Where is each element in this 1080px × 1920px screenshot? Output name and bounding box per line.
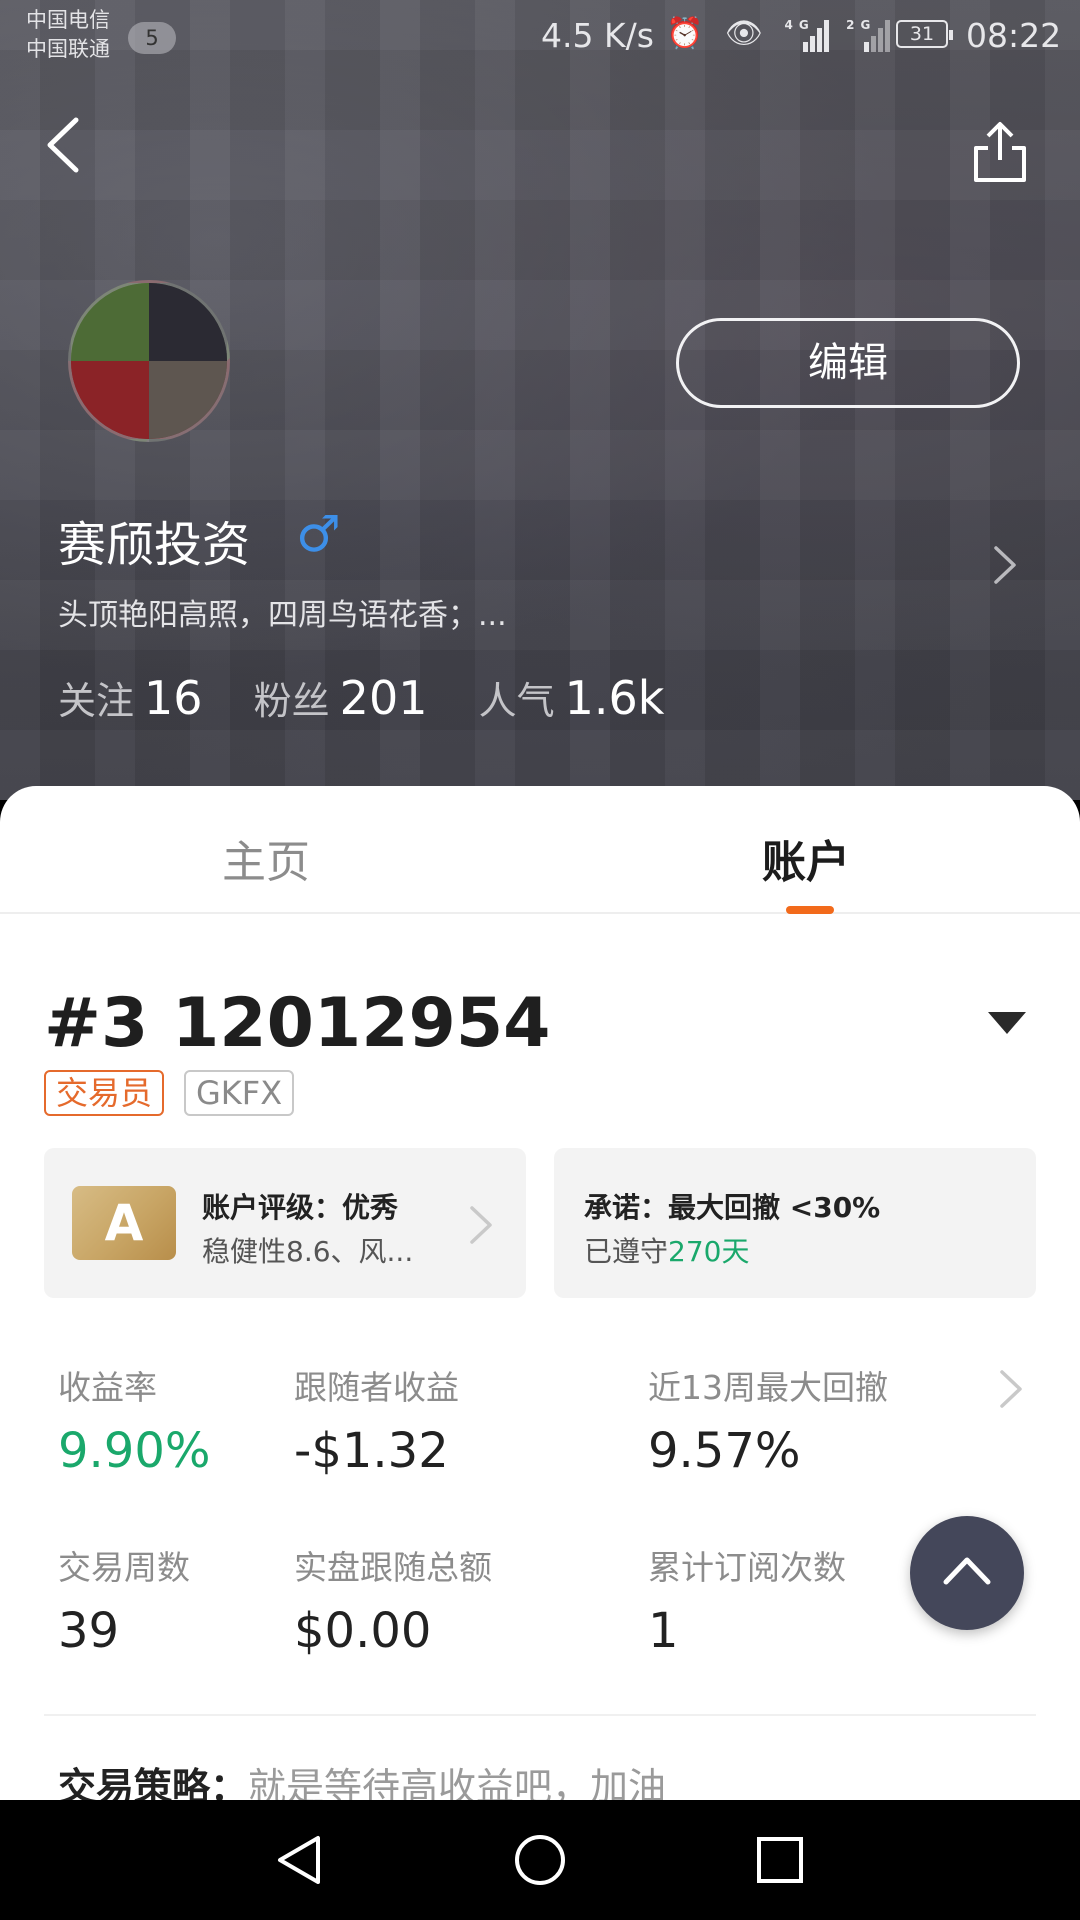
carrier-1: 中国电信 (26, 8, 110, 32)
share-icon (974, 122, 1026, 182)
metric-label: 跟随者收益 (294, 1368, 459, 1407)
stat-popularity: 人气 1.6k (479, 670, 665, 725)
strategy-value: 就是等待高收益吧，加油 (248, 1765, 667, 1800)
user-bio: 头顶艳阳高照，四周鸟语花香；... (58, 598, 507, 633)
chevron-left-icon (47, 117, 79, 173)
status-bar: 中国电信 中国联通 5 4.5 K/s ⏰ 👁 4G 2G 31 08:22 (0, 0, 1080, 80)
share-button[interactable] (970, 118, 1030, 188)
rating-subtitle: 稳健性8.6、风... (202, 1235, 414, 1268)
strategy-label: 交易策略： (58, 1765, 249, 1800)
chevron-right-icon (470, 1206, 492, 1244)
tag-trader: 交易员 (44, 1070, 165, 1116)
profile-stats: 关注 16 粉丝 201 人气 1.6k (58, 670, 710, 725)
metric-value: $0.00 (294, 1603, 432, 1659)
metric-value: 1 (648, 1603, 679, 1659)
account-card: 主页 账户 #3 12012954 交易员 GKFX A 账户评级：优秀 稳健性… (0, 786, 1080, 1800)
back-button[interactable] (38, 110, 98, 180)
carrier-names: 中国电信 中国联通 (26, 6, 110, 64)
signal-2g-label: 2G (846, 17, 877, 32)
stat-followers[interactable]: 粉丝 201 (254, 670, 428, 725)
tab-account[interactable]: 账户 (762, 826, 850, 890)
stat-value: 16 (144, 671, 203, 725)
nav-recents-icon[interactable] (750, 1830, 810, 1890)
promise-box: 承诺：最大回撤 <30% 已遵守270天 (554, 1148, 1036, 1298)
account-title: #3 12012954 (44, 984, 551, 1063)
user-name: 赛颀投资 (58, 517, 251, 573)
metric-label: 交易周数 (58, 1548, 190, 1587)
tab-bar: 主页 账户 (0, 786, 1080, 914)
trading-strategy: 交易策略：就是等待高收益吧，加油 (58, 1756, 666, 1800)
metric-return-rate: 收益率 9.90% (58, 1361, 210, 1479)
edit-profile-button[interactable]: 编辑 (676, 318, 1020, 408)
account-rating-box[interactable]: A 账户评级：优秀 稳健性8.6、风... (44, 1148, 526, 1298)
active-tab-indicator (786, 906, 834, 914)
nav-back-icon[interactable] (270, 1830, 330, 1890)
dropdown-triangle-icon[interactable] (988, 1012, 1026, 1034)
promise-days: 270天 (668, 1235, 750, 1268)
stat-following[interactable]: 关注 16 (58, 670, 203, 725)
sim-badge: 5 (128, 22, 176, 54)
grade-badge: A (72, 1186, 176, 1260)
signal-2g-icon: 2G (846, 18, 892, 52)
eye-icon: 👁 (724, 16, 769, 51)
promise-title: 承诺：最大回撤 <30% (584, 1191, 881, 1224)
metric-max-drawdown[interactable]: 近13周最大回撤 9.57% (648, 1361, 888, 1479)
metric-label: 收益率 (58, 1368, 157, 1407)
divider (44, 1714, 1036, 1716)
metric-value: 9.90% (58, 1423, 211, 1479)
chevron-right-icon[interactable] (996, 1364, 1026, 1414)
stat-label: 人气 (478, 679, 555, 723)
battery-icon: 31 (896, 20, 953, 48)
status-icons: ⏰ 👁 4G 2G (666, 16, 892, 52)
nav-home-icon[interactable] (510, 1830, 570, 1890)
network-speed: 4.5 K/s (541, 16, 654, 55)
chevron-right-icon[interactable] (990, 540, 1020, 590)
carrier-2: 中国联通 (26, 37, 110, 61)
metric-label: 近13周最大回撤 (648, 1368, 888, 1407)
metric-trading-weeks: 交易周数 39 (58, 1541, 190, 1659)
stat-label: 粉丝 (253, 679, 330, 723)
metric-follow-total: 实盘跟随总额 $0.00 (294, 1541, 492, 1659)
stat-value: 201 (339, 671, 428, 725)
scroll-to-top-button[interactable] (910, 1516, 1024, 1630)
promise-prefix: 已遵守 (584, 1235, 669, 1268)
male-gender-icon: ♂ (296, 505, 341, 563)
metric-subscription-count: 累计订阅次数 1 (648, 1541, 846, 1659)
avatar[interactable] (68, 280, 230, 442)
promise-subtitle: 已遵守270天 (584, 1230, 749, 1270)
metric-value: 39 (58, 1603, 120, 1659)
signal-4g-icon: 4G (785, 18, 831, 52)
metric-value: 9.57% (648, 1423, 801, 1479)
alarm-icon: ⏰ (666, 16, 710, 51)
metric-value: -$1.32 (294, 1423, 449, 1479)
rating-title: 账户评级：优秀 (202, 1191, 399, 1224)
clock: 08:22 (966, 16, 1062, 55)
tag-broker: GKFX (184, 1070, 295, 1116)
chevron-up-icon (943, 1557, 991, 1585)
tab-home[interactable]: 主页 (222, 826, 310, 890)
metric-label: 累计订阅次数 (648, 1548, 846, 1587)
stat-label: 关注 (58, 679, 135, 723)
metric-label: 实盘跟随总额 (294, 1548, 492, 1587)
metric-follower-profit: 跟随者收益 -$1.32 (294, 1361, 459, 1479)
system-navigation-bar (0, 1800, 1080, 1920)
signal-4g-label: 4G (784, 17, 815, 32)
stat-value: 1.6k (564, 671, 665, 725)
